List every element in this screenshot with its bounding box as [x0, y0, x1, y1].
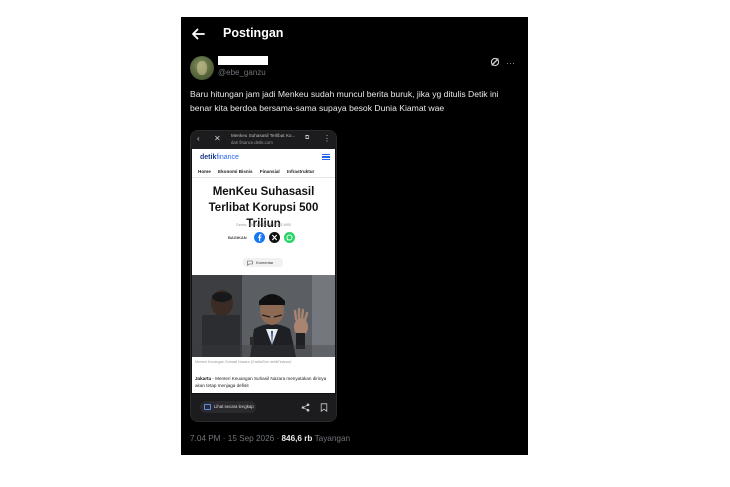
embedded-browser-bar: ‹ ✕ Menkeu Suhasasil Terlibat Ko... dari…	[191, 131, 336, 149]
nav-item-infrastruktur: Infrastruktur	[287, 169, 315, 174]
share-label: BAGIKAN	[228, 235, 247, 240]
user-handle[interactable]: @ebe_ganzu	[218, 68, 266, 77]
full-view-button: Lihat secara lengkap	[200, 401, 256, 413]
more-options-icon[interactable]: ···	[506, 58, 515, 68]
embedded-menu-icon: ⋮	[323, 134, 331, 143]
redacted-display-name	[218, 56, 268, 65]
embedded-article-page: detikfinance Home Ekonomi Bisnis Finansi…	[192, 149, 335, 393]
views-label: Tayangan	[312, 434, 351, 443]
embedded-bottom-bar: Lihat secara lengkap	[191, 394, 336, 421]
embedded-bookmark-icon	[320, 403, 328, 412]
article-dateline: Senin, 15 Sep 2026 17:03 WIB	[236, 222, 291, 227]
hamburger-menu-icon	[322, 154, 330, 161]
full-view-icon	[204, 404, 211, 410]
embedded-browser-title: Menkeu Suhasasil Terlibat Ko...	[231, 133, 296, 138]
tweet-media[interactable]: ‹ ✕ Menkeu Suhasasil Terlibat Ko... dari…	[190, 130, 337, 422]
share-row: BAGIKAN	[228, 232, 308, 244]
top-bar: Postingan	[181, 17, 528, 51]
page-title: Postingan	[223, 26, 284, 40]
tweet-text: Baru hitungan jam jadi Menkeu sudah munc…	[190, 89, 499, 113]
embedded-browser-url: dari finance.detik.com	[231, 140, 273, 145]
whatsapp-icon	[284, 232, 295, 243]
nav-item-finansial: Finansial	[259, 169, 280, 174]
tweet-meta: 7.04 PM · 15 Sep 2026 · 846,6 rb Tayanga…	[190, 434, 350, 443]
article-lede: Jakarta - Menteri Keuangan Suhasil Nazar…	[195, 376, 327, 388]
facebook-icon	[254, 232, 265, 243]
embedded-share-icon	[301, 403, 310, 412]
embedded-translate-icon: ⧉	[305, 135, 310, 141]
grok-icon[interactable]	[490, 57, 500, 67]
x-icon	[269, 232, 280, 243]
article-nav: Home Ekonomi Bisnis Finansial Infrastruk…	[198, 169, 320, 174]
photo-caption: Menteri Keuangan Suhasil Nazara (Grafis/…	[195, 360, 292, 364]
tweet-timestamp[interactable]: 7.04 PM · 15 Sep 2026 ·	[190, 434, 281, 443]
nav-item-home: Home	[198, 169, 211, 174]
avatar[interactable]	[190, 56, 214, 80]
back-arrow-icon[interactable]	[189, 25, 207, 43]
post-panel: Postingan @ebe_ganzu ··· Baru hitungan j…	[181, 17, 528, 455]
embedded-back-icon: ‹	[197, 134, 200, 143]
comment-icon	[247, 260, 253, 266]
detik-finance-logo: detikfinance	[200, 154, 239, 161]
comment-button: Komentar	[243, 258, 283, 267]
embedded-close-icon: ✕	[214, 134, 221, 143]
article-photo	[192, 275, 335, 357]
views-count: 846,6 rb	[281, 434, 313, 443]
nav-item-ekonomi-bisnis: Ekonomi Bisnis	[218, 169, 253, 174]
